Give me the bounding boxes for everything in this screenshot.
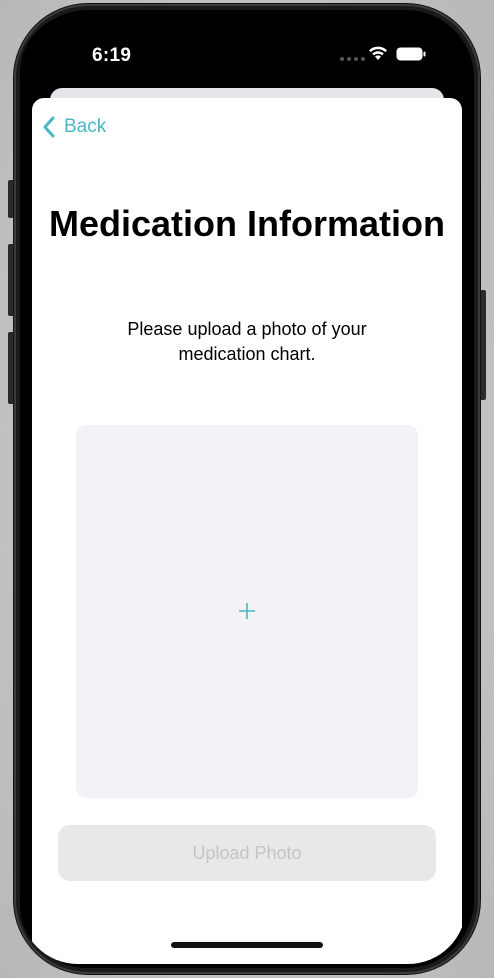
home-indicator[interactable] [171, 942, 323, 948]
cellular-signal-icon [340, 57, 365, 61]
back-button[interactable]: Back [42, 116, 106, 138]
battery-icon [396, 47, 426, 61]
plus-icon [239, 603, 255, 619]
power-button [480, 290, 486, 400]
photo-picker[interactable] [76, 425, 418, 798]
wifi-icon [369, 46, 387, 60]
status-time: 6:19 [92, 45, 132, 66]
page-title: Medication Information [49, 203, 445, 244]
back-label: Back [64, 116, 107, 137]
status-bar: 6:19 [20, 14, 466, 94]
upload-photo-button[interactable]: Upload Photo [58, 825, 436, 881]
device-frame: 6:19 Back Medication Information Please … [0, 0, 494, 978]
page-subtitle: Please upload a photo of your medication… [127, 319, 367, 364]
chevron-left-icon [43, 116, 55, 138]
screen: 6:19 Back Medication Information Please … [20, 14, 466, 964]
modal-sheet: Back Medication Information Please uploa… [32, 98, 462, 964]
